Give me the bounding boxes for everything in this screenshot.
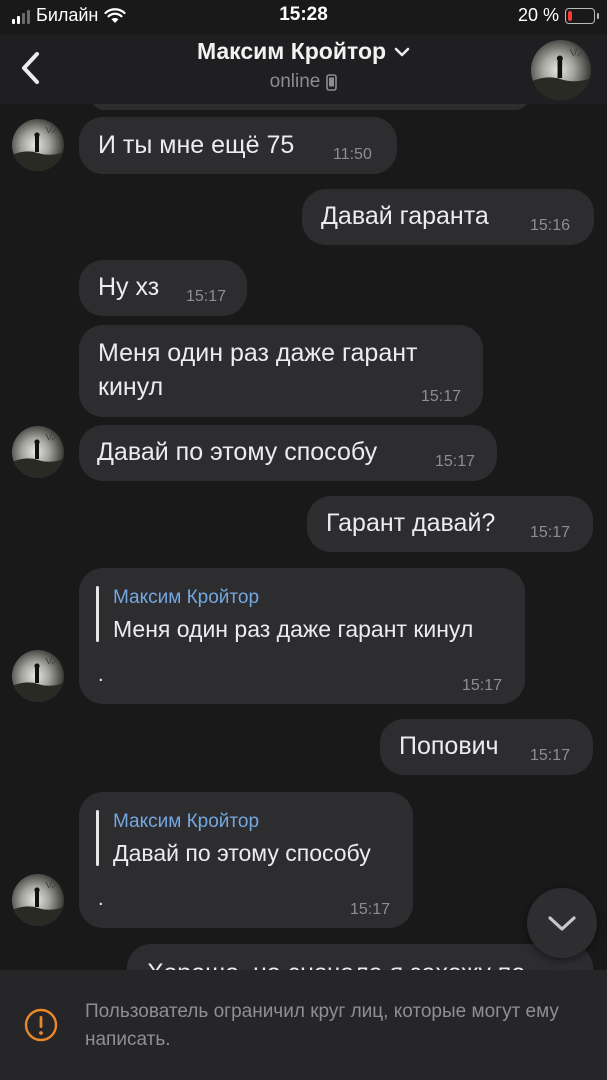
message-time: 15:17 [435, 453, 476, 470]
contact-title[interactable]: Максим Кройтор [197, 38, 410, 65]
message-bubble-partial [90, 104, 530, 110]
message-time: 15:17 [421, 388, 462, 405]
message-text: Ну хз [98, 273, 160, 301]
message-bubble-outgoing[interactable]: Попович 15:17 [380, 719, 593, 775]
message-bubble-outgoing[interactable]: Хорошо, но сначала я захожу по [127, 944, 593, 970]
reply-text: Давай по этому способу [113, 840, 371, 866]
message-text-line1: Меня один раз даже гарант [98, 339, 418, 367]
message-bubble-outgoing[interactable]: Гарант давай? 15:17 [307, 496, 593, 552]
message-time: 15:17 [462, 677, 503, 694]
status-time: 15:28 [279, 4, 328, 25]
message-bubble-incoming[interactable]: Давай по этому способу 15:17 [79, 425, 497, 481]
title-area[interactable]: Максим Кройтор online [0, 38, 607, 93]
battery-percent: 20 % [517, 5, 559, 25]
message-text: Хорошо, но сначала я захожу по [147, 956, 525, 970]
status-bar: Билайн 15:28 20 % [0, 0, 607, 34]
reply-author: Максим Кройтор [113, 587, 260, 608]
message-time: 11:50 [333, 146, 372, 163]
reply-quote-bar [96, 586, 99, 642]
message-list[interactable]: И ты мне ещё 75 11:50 Давай гаранта 15:1… [0, 104, 607, 970]
contact-status: online [270, 71, 338, 93]
message-text: Давай по этому способу [97, 438, 378, 466]
chevron-down-icon [394, 47, 410, 56]
battery-icon [565, 7, 599, 24]
message-time: 15:17 [186, 288, 227, 305]
sender-avatar[interactable] [12, 874, 64, 926]
scroll-down-button[interactable] [527, 888, 597, 958]
contact-name: Максим Кройтор [196, 38, 387, 64]
sender-avatar[interactable] [12, 119, 64, 171]
status-right: 20 % [517, 5, 599, 26]
message-bubble-incoming[interactable]: Меня один раз даже гарант кинул 15:17 [79, 325, 483, 417]
message-bubble-reply[interactable]: Максим Кройтор Меня один раз даже гарант… [79, 568, 525, 704]
message-text: . [98, 888, 104, 910]
message-text: И ты мне ещё 75 [98, 131, 295, 159]
message-text: Гарант давай? [326, 509, 496, 537]
message-text: . [98, 664, 104, 686]
sender-avatar[interactable] [12, 426, 64, 478]
message-bubble-reply[interactable]: Максим Кройтор Давай по этому способу . … [79, 792, 413, 928]
warning-icon [24, 1008, 58, 1042]
chevron-down-icon [548, 916, 576, 931]
message-text: Давай гаранта [321, 202, 489, 230]
message-bubble-incoming[interactable]: Ну хз 15:17 [79, 260, 247, 316]
online-status: online [269, 71, 321, 92]
message-time: 15:16 [530, 217, 571, 234]
message-time: 15:17 [530, 524, 571, 541]
message-text: Попович [399, 732, 499, 760]
reply-author: Максим Кройтор [113, 811, 260, 832]
message-bubble-outgoing[interactable]: Давай гаранта 15:16 [302, 189, 594, 245]
chat-header: Максим Кройтор online [0, 34, 607, 104]
reply-text: Меня один раз даже гарант кинул [113, 616, 474, 642]
contact-avatar[interactable] [531, 40, 591, 100]
message-time: 15:17 [530, 747, 571, 764]
restriction-notice: Пользователь ограничил круг лиц, которые… [85, 1001, 559, 1050]
reply-quote-bar [96, 810, 99, 866]
sender-avatar[interactable] [12, 650, 64, 702]
message-bubble-incoming[interactable]: И ты мне ещё 75 11:50 [79, 117, 397, 174]
phone-icon [326, 73, 338, 91]
message-text-line2: кинул [98, 373, 164, 401]
message-time: 15:17 [350, 901, 391, 918]
